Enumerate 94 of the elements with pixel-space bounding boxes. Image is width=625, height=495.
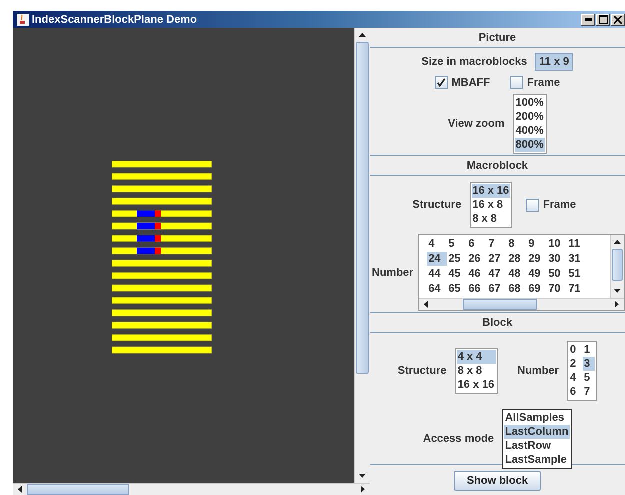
list-item[interactable]: 44 [426, 267, 447, 281]
list-item[interactable]: 27 [486, 252, 507, 266]
list-item[interactable]: 31 [566, 252, 587, 266]
vertical-scrollbar[interactable] [354, 28, 370, 483]
minimize-button[interactable] [581, 14, 595, 26]
list-item[interactable]: 25 [446, 252, 467, 266]
scrollbar-thumb[interactable] [462, 299, 537, 310]
section-heading: Block [370, 313, 625, 333]
list-item[interactable]: 24 [426, 252, 447, 266]
structure-label: Structure [412, 199, 462, 211]
list-item[interactable]: 2 [569, 357, 582, 371]
section-heading: Picture [370, 28, 625, 48]
list-item[interactable]: 66 [466, 282, 487, 296]
list-item[interactable]: 3 [583, 357, 596, 371]
minimize-icon [584, 18, 592, 21]
list-item[interactable]: AllSamples [504, 411, 570, 425]
list-item[interactable]: LastSample [504, 453, 570, 467]
list-item[interactable]: 70 [546, 282, 567, 296]
maximize-icon [598, 15, 608, 24]
list-item[interactable]: 51 [566, 267, 587, 281]
horizontal-scrollbar[interactable] [13, 483, 370, 495]
arrow-down-icon[interactable] [614, 289, 621, 293]
size-label: Size in macroblocks [422, 56, 528, 68]
checkbox[interactable]: Frame [526, 198, 576, 212]
list-item[interactable]: 8 x 8 [472, 212, 510, 226]
list-item[interactable]: 8 x 8 [456, 364, 496, 378]
maximize-button[interactable] [596, 14, 610, 26]
size-value: 11 x 9 [535, 53, 574, 71]
list-item[interactable]: 10 [546, 237, 567, 251]
list-item[interactable]: 71 [566, 282, 587, 296]
close-icon [614, 16, 622, 24]
arrow-down-icon[interactable] [359, 474, 366, 478]
list-item[interactable]: 49 [526, 267, 547, 281]
list-item[interactable]: 0 [569, 343, 582, 357]
arrow-right-icon[interactable] [615, 301, 619, 308]
list-item[interactable]: 16 x 16 [472, 184, 510, 198]
list-item[interactable]: 30 [546, 252, 567, 266]
list-item[interactable]: 64 [426, 282, 447, 296]
list-item[interactable]: 16 x 8 [472, 198, 510, 212]
list-item[interactable]: 48 [506, 267, 527, 281]
list-item[interactable]: 8 [506, 237, 527, 251]
list-item[interactable]: 11 [566, 237, 587, 251]
list-item[interactable]: 200% [514, 110, 545, 124]
list-item[interactable]: 5 [583, 371, 596, 385]
list-item[interactable]: 47 [486, 267, 507, 281]
structure-label: Structure [398, 365, 447, 377]
list-item[interactable]: 800% [514, 138, 545, 152]
scrollbar-thumb[interactable] [27, 484, 129, 495]
list-item[interactable]: LastRow [504, 439, 570, 453]
list-item[interactable]: 400% [514, 124, 545, 138]
list-item[interactable]: 46 [466, 267, 487, 281]
number-label: Number [372, 266, 414, 278]
show-block-button[interactable]: Show block [454, 471, 542, 491]
check-icon [436, 78, 446, 87]
checkbox[interactable]: MBAFF [434, 76, 490, 89]
list-item[interactable]: 6 [569, 385, 582, 399]
cup-icon [17, 14, 29, 26]
arrow-up-icon[interactable] [614, 240, 621, 244]
list-item[interactable]: 4 x 4 [456, 350, 496, 364]
list-item[interactable]: 4 [426, 237, 447, 251]
list-item[interactable]: 4 [569, 371, 582, 385]
list-item[interactable]: 68 [506, 282, 527, 296]
access-mode-label: Access mode [423, 433, 494, 445]
arrow-up-icon[interactable] [359, 33, 366, 37]
list-item[interactable]: 7 [583, 385, 596, 399]
list-item[interactable]: 45 [446, 267, 467, 281]
list-item[interactable]: LastColumn [504, 425, 570, 439]
list-item[interactable]: 7 [486, 237, 507, 251]
scrollbar-thumb[interactable] [612, 249, 623, 281]
arrow-right-icon[interactable] [361, 486, 365, 493]
vertical-scrollbar[interactable] [610, 235, 624, 298]
list-item[interactable]: 50 [546, 267, 567, 281]
arrow-left-icon[interactable] [18, 486, 22, 493]
list-item[interactable]: 16 x 16 [456, 378, 496, 392]
checkbox[interactable]: Frame [510, 76, 560, 89]
scrollbar-thumb[interactable] [356, 42, 369, 374]
list-item[interactable]: 67 [486, 282, 507, 296]
list-item[interactable]: 9 [526, 237, 547, 251]
list-item[interactable]: 29 [526, 252, 547, 266]
arrow-left-icon[interactable] [424, 301, 428, 308]
number-label: Number [518, 365, 560, 377]
list-item[interactable]: 65 [446, 282, 467, 296]
list-item[interactable]: 1 [583, 343, 596, 357]
list-item[interactable]: 28 [506, 252, 527, 266]
close-button[interactable] [611, 14, 625, 26]
list-item[interactable]: 26 [466, 252, 487, 266]
list-item[interactable]: 5 [446, 237, 467, 251]
zoom-label: View zoom [448, 118, 505, 130]
list-item[interactable]: 69 [526, 282, 547, 296]
list-item[interactable]: 6 [466, 237, 487, 251]
list-item[interactable]: 100% [514, 96, 545, 110]
section-heading: Macroblock [370, 156, 625, 176]
window-title: IndexScannerBlockPlane Demo [32, 14, 198, 26]
horizontal-scrollbar[interactable] [418, 298, 624, 310]
